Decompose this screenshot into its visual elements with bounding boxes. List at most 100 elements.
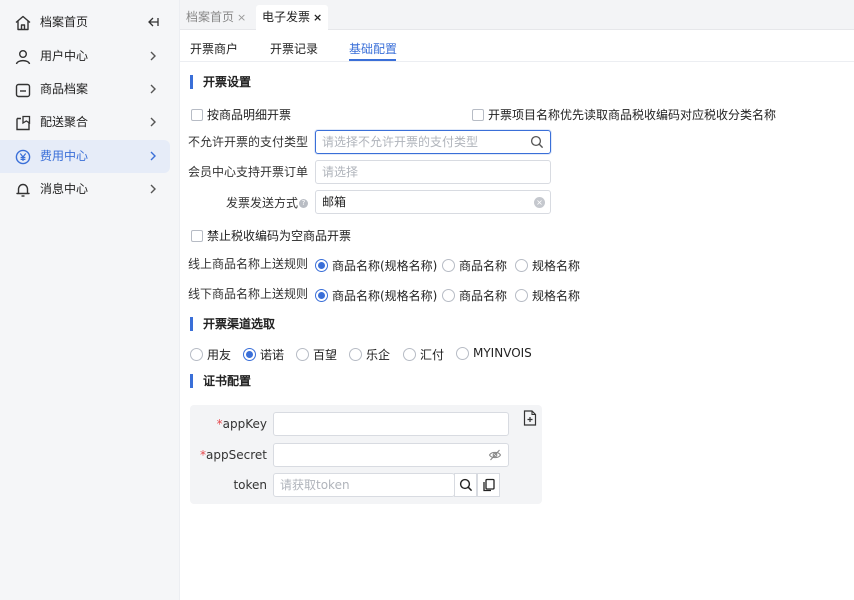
offline-rule-label: 线下商品名称上送规则: [187, 287, 308, 301]
sidebar-item-label: 费用中心: [40, 149, 89, 163]
radio-label: 百望: [313, 348, 338, 362]
radio-label: 汇付: [420, 348, 445, 362]
radio-channel-myinvois[interactable]: MYINVOIS: [456, 346, 532, 360]
tab-label: 电子发票: [262, 10, 311, 24]
help-icon[interactable]: ?: [299, 199, 308, 208]
subtab-invoice-merchant[interactable]: 开票商户: [190, 42, 238, 56]
radio-online-name-with-spec[interactable]: 商品名称(规格名称): [315, 257, 437, 274]
radio-offline-spec-name[interactable]: 规格名称: [515, 287, 580, 304]
radio-label: 商品名称(规格名称): [332, 259, 438, 273]
subtab-basic-config[interactable]: 基础配置: [349, 42, 397, 56]
close-icon[interactable]: ×: [313, 5, 322, 30]
member-center-select[interactable]: 请选择: [315, 160, 551, 184]
radio-label: 乐企: [366, 348, 391, 362]
tab-label: 档案首页: [186, 10, 235, 24]
token-placeholder: 请获取token: [280, 478, 350, 492]
checkbox-box[interactable]: [472, 108, 484, 121]
sidebar-item-message-center[interactable]: 消息中心: [0, 173, 170, 206]
tab-bar: 档案首页 × 电子发票 ×: [180, 0, 854, 30]
radio-online-product-name[interactable]: 商品名称: [442, 257, 507, 274]
token-search-button[interactable]: [454, 473, 477, 497]
copy-icon: [482, 478, 496, 492]
subtab-active-indicator: [349, 59, 396, 61]
yen-icon: [14, 148, 32, 166]
sidebar-item-delivery[interactable]: 配送聚合: [0, 106, 170, 139]
send-method-label-text: 发票发送方式: [225, 196, 298, 210]
radio-dot[interactable]: [349, 348, 362, 361]
radio-offline-product-name[interactable]: 商品名称: [442, 287, 507, 304]
radio-dot[interactable]: [403, 348, 416, 361]
send-method-select[interactable]: 邮箱 ×: [315, 190, 551, 214]
radio-channel-leqi[interactable]: 乐企: [349, 346, 390, 363]
radio-channel-yonyou[interactable]: 用友: [190, 346, 231, 363]
radio-offline-name-with-spec[interactable]: 商品名称(规格名称): [315, 287, 437, 304]
token-input[interactable]: 请获取token: [273, 473, 455, 497]
sidebar-item-label: 商品档案: [40, 82, 89, 96]
user-icon: [14, 48, 32, 66]
subtab-divider: [180, 61, 854, 62]
sidebar-item-label: 档案首页: [40, 15, 89, 29]
radio-dot[interactable]: [442, 289, 455, 302]
online-rule-label: 线上商品名称上送规则: [187, 257, 308, 271]
appkey-input[interactable]: [273, 412, 509, 436]
token-copy-button[interactable]: [477, 473, 500, 497]
section-title-invoice-settings: 开票设置: [190, 75, 251, 89]
delivery-icon: [14, 114, 32, 132]
radio-dot[interactable]: [296, 348, 309, 361]
sidebar-item-label: 配送聚合: [40, 115, 89, 129]
checkbox-box[interactable]: [191, 229, 203, 242]
radio-label: 规格名称: [532, 289, 581, 303]
radio-dot[interactable]: [243, 348, 256, 361]
chevron-right-icon: [146, 149, 160, 163]
radio-channel-baiwang[interactable]: 百望: [296, 346, 337, 363]
radio-dot[interactable]: [190, 348, 203, 361]
collapse-left-icon[interactable]: [146, 15, 160, 29]
eye-off-icon[interactable]: [488, 448, 502, 462]
sidebar-item-product-archive[interactable]: 商品档案: [0, 73, 170, 106]
select-value: 邮箱: [322, 195, 347, 209]
radio-dot[interactable]: [315, 259, 328, 272]
radio-dot[interactable]: [515, 289, 528, 302]
radio-channel-huifu[interactable]: 汇付: [403, 346, 444, 363]
checkbox-label: 按商品明细开票: [207, 108, 292, 122]
checkbox-box[interactable]: [191, 108, 203, 121]
radio-dot[interactable]: [442, 259, 455, 272]
appsecret-input[interactable]: [273, 443, 509, 467]
chevron-right-icon: [146, 115, 160, 129]
appsecret-label: *appSecret: [196, 447, 267, 463]
appsecret-label-text: appSecret: [206, 448, 267, 462]
radio-dot[interactable]: [515, 259, 528, 272]
section-title-channel: 开票渠道选取: [190, 317, 275, 331]
checkbox-label: 开票项目名称优先读取商品税收编码对应税收分类名称: [488, 108, 777, 122]
subtab-invoice-records[interactable]: 开票记录: [270, 42, 318, 56]
radio-channel-nuonuo[interactable]: 诺诺: [243, 346, 284, 363]
radio-online-spec-name[interactable]: 规格名称: [515, 257, 580, 274]
radio-label: 用友: [207, 348, 232, 362]
clear-icon[interactable]: ×: [534, 197, 545, 208]
appkey-label: *appKey: [196, 416, 267, 432]
file-add-icon[interactable]: [523, 410, 537, 426]
member-center-label: 会员中心支持开票订单: [187, 165, 308, 179]
sidebar-item-archive-home[interactable]: 档案首页: [0, 6, 170, 39]
search-icon[interactable]: [530, 135, 544, 149]
radio-label: 商品名称(规格名称): [332, 289, 438, 303]
sidebar-item-user-center[interactable]: 用户中心: [0, 40, 170, 73]
radio-dot[interactable]: [315, 289, 328, 302]
sidebar-item-label: 用户中心: [40, 49, 89, 63]
sidebar-item-fee-center[interactable]: 费用中心: [0, 140, 170, 173]
sidebar: 档案首页 用户中心 商品档案 配送聚合 费用中心 消息中心: [0, 0, 180, 600]
radio-label: 诺诺: [260, 348, 285, 362]
disallow-pay-select[interactable]: 请选择不允许开票的支付类型: [315, 130, 551, 154]
checkbox-by-product-detail[interactable]: 按商品明细开票: [191, 106, 291, 123]
tab-e-invoice[interactable]: 电子发票 ×: [256, 5, 329, 30]
bell-icon: [14, 181, 32, 199]
checkbox-tax-name-priority[interactable]: 开票项目名称优先读取商品税收编码对应税收分类名称: [472, 106, 776, 123]
radio-dot[interactable]: [456, 346, 469, 360]
radio-label: 商品名称: [459, 289, 508, 303]
chevron-right-icon: [146, 182, 160, 196]
chevron-right-icon: [146, 82, 160, 96]
close-icon[interactable]: ×: [237, 5, 246, 30]
radio-label: 规格名称: [532, 259, 581, 273]
checkbox-forbid-empty-tax-code[interactable]: 禁止税收编码为空商品开票: [191, 227, 351, 244]
tab-archive-home[interactable]: 档案首页 ×: [180, 5, 252, 30]
